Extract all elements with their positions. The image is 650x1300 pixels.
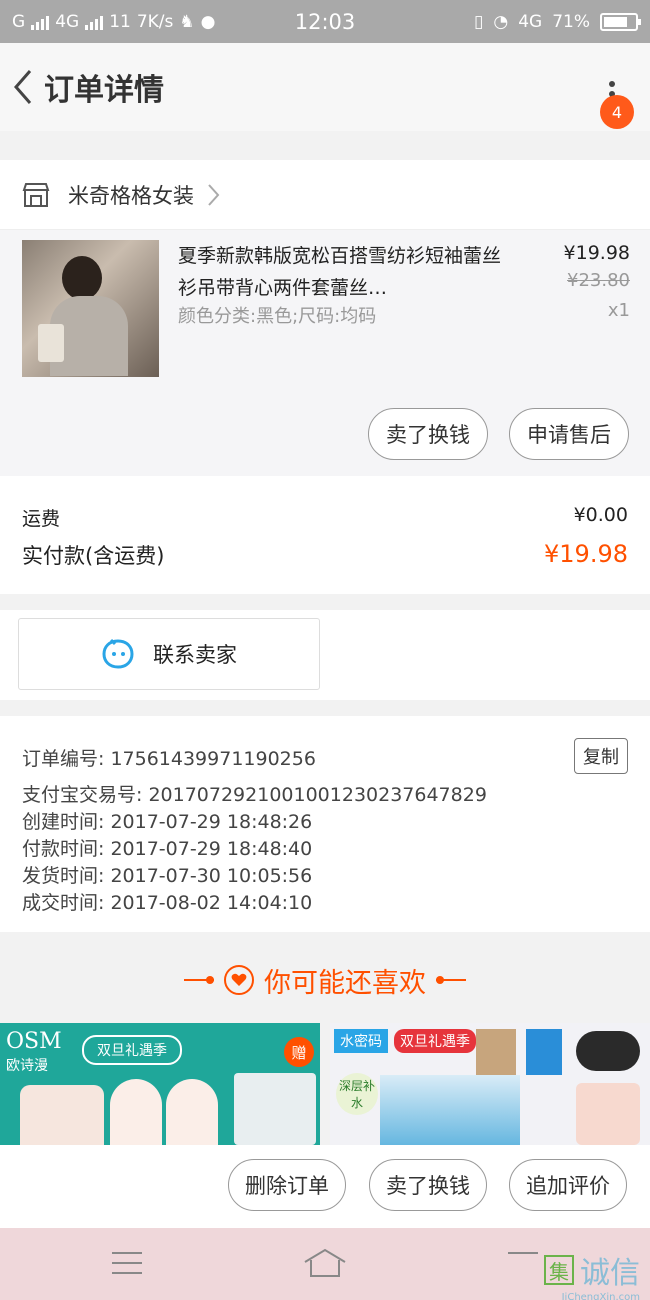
recommend-item-osm[interactable]: OSM 欧诗漫 双旦礼遇季 赠 <box>0 1023 320 1145</box>
ad2-eye-mask <box>576 1031 640 1071</box>
product-original-price: ¥23.80 <box>567 270 630 291</box>
ad2-promo: 双旦礼遇季 <box>394 1029 476 1053</box>
paid-time: 付款时间: 2017-07-29 18:48:40 <box>22 838 313 860</box>
watermark-text: 诚信 <box>580 1256 640 1291</box>
battery-icon <box>600 12 641 31</box>
ad2-box <box>476 1029 516 1075</box>
sell-button-bottom[interactable]: 卖了换钱 <box>369 1159 487 1211</box>
fee-section: 运费 ¥0.00 实付款(含运费) ¥19.98 <box>0 476 650 594</box>
nav-bar: 订单详情 4 <box>0 43 650 131</box>
message-badge: 4 <box>600 95 634 129</box>
home-icon[interactable] <box>303 1248 347 1278</box>
chevron-right-icon <box>208 183 220 206</box>
status-bar: G 4G 11 7K/s ♞ ● 12:03 ▯ ◔ 4G 71% <box>0 0 650 43</box>
order-info: 订单编号: 17561439971190256 复制 支付宝交易号: 20170… <box>0 716 650 932</box>
ad2-brand: 水密码 <box>334 1029 388 1053</box>
recommend-grid: OSM 欧诗漫 双旦礼遇季 赠 水密码 双旦礼遇季 深层补水 <box>0 1023 650 1145</box>
ad2-products <box>380 1075 520 1145</box>
ad2-bag <box>576 1083 640 1145</box>
after-sale-button[interactable]: 申请售后 <box>509 408 629 460</box>
ad2-tag: 深层补水 <box>336 1073 378 1115</box>
product-image[interactable] <box>22 240 159 377</box>
copy-button[interactable]: 复制 <box>574 738 628 774</box>
ad2-mask <box>526 1029 562 1075</box>
completed-time: 成交时间: 2017-08-02 14:04:10 <box>22 892 313 914</box>
contact-seller-button[interactable]: 联系卖家 <box>18 618 320 690</box>
shipping-label: 运费 <box>22 508 61 530</box>
shipped-time: 发货时间: 2017-07-30 10:05:56 <box>22 865 313 887</box>
chat-bubble-icon <box>102 638 134 669</box>
store-row[interactable]: 米奇格格女装 <box>0 160 650 230</box>
alarm-icon: ◔ <box>493 11 509 32</box>
ad1-gift-pack <box>234 1073 316 1145</box>
product-card[interactable]: 夏季新款韩版宽松百搭雪纺衫短袖蕾丝衫吊带背心两件套蕾丝… 颜色分类:黑色;尺码:… <box>0 230 650 476</box>
product-spec: 颜色分类:黑色;尺码:均码 <box>178 306 377 327</box>
alipay-number: 支付宝交易号: 2017072921001001230237647829 <box>22 784 487 806</box>
order-number: 订单编号: 17561439971190256 <box>22 748 316 770</box>
contact-section: 联系卖家 <box>0 610 650 700</box>
recommend-header: 你可能还喜欢 <box>0 948 650 1012</box>
divider-right <box>436 976 466 984</box>
divider-left <box>184 976 214 984</box>
paid-label: 实付款(含运费) <box>22 544 165 568</box>
product-title: 夏季新款韩版宽松百搭雪纺衫短袖蕾丝衫吊带背心两件套蕾丝… <box>178 245 502 299</box>
contact-seller-label: 联系卖家 <box>153 643 237 667</box>
back-icon[interactable] <box>0 43 46 131</box>
watermark-sub: JiChengXin.com <box>561 1292 640 1300</box>
vibrate-icon: ▯ <box>474 11 484 32</box>
store-name: 米奇格格女装 <box>68 183 194 208</box>
created-time: 创建时间: 2017-07-29 18:48:26 <box>22 811 313 833</box>
sell-button[interactable]: 卖了换钱 <box>368 408 488 460</box>
ad1-promo: 双旦礼遇季 <box>82 1035 182 1065</box>
ad1-product-bottle-2 <box>166 1079 218 1145</box>
ad1-brand-cn: 欧诗漫 <box>6 1058 48 1074</box>
delete-order-button[interactable]: 删除订单 <box>228 1159 346 1211</box>
page-title: 订单详情 <box>44 73 164 108</box>
ad1-gift-badge: 赠 <box>284 1037 314 1067</box>
network-label: 4G <box>518 11 543 32</box>
menu-icon[interactable] <box>112 1252 142 1274</box>
product-price: ¥19.98 <box>563 242 630 264</box>
bottom-action-bar: 删除订单 卖了换钱 追加评价 <box>0 1145 650 1229</box>
add-review-button[interactable]: 追加评价 <box>509 1159 627 1211</box>
back-nav-icon[interactable] <box>508 1252 538 1254</box>
ad1-product-tube <box>20 1085 104 1145</box>
heart-icon <box>224 965 254 995</box>
paid-value: ¥19.98 <box>544 540 628 568</box>
recommend-item-shuimima[interactable]: 水密码 双旦礼遇季 深层补水 <box>330 1023 650 1145</box>
status-right: ▯ ◔ 4G 71% <box>474 11 641 32</box>
ad1-product-bottle-1 <box>110 1079 162 1145</box>
system-nav-bar: 集 诚信 JiChengXin.com <box>0 1228 650 1300</box>
battery-label: 71% <box>552 11 590 32</box>
shipping-value: ¥0.00 <box>573 504 628 526</box>
store-icon <box>22 182 50 207</box>
recommend-title: 你可能还喜欢 <box>264 967 426 999</box>
watermark-logo-icon: 集 <box>544 1255 574 1285</box>
ad1-brand: OSM <box>6 1029 62 1054</box>
product-quantity: x1 <box>607 300 630 321</box>
watermark: 集 诚信 JiChengXin.com <box>544 1248 640 1300</box>
